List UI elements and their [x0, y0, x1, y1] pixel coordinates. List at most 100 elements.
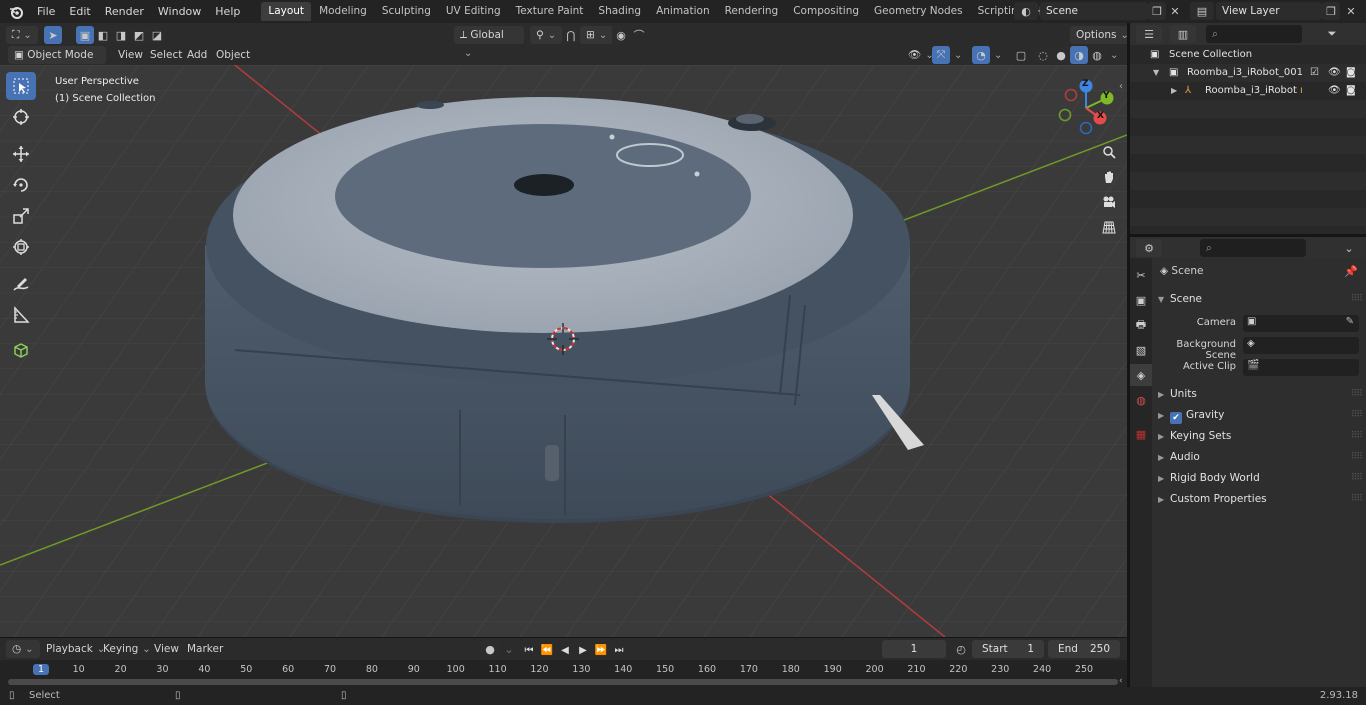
xray-toggle-icon[interactable]: ▢ — [1012, 46, 1030, 64]
outliner-row-scene-collection[interactable]: ▣ Scene Collection — [1130, 46, 1366, 64]
drag-grip-icon[interactable]: ⠿⠿ — [1351, 405, 1363, 425]
tab-texture-paint[interactable]: Texture Paint — [509, 2, 591, 21]
timeline-view-menu[interactable]: View — [148, 640, 185, 658]
properties-options-icon[interactable]: ⌄ — [1340, 239, 1358, 257]
tool-move[interactable] — [6, 140, 36, 168]
tool-annotate[interactable] — [6, 270, 36, 298]
drag-grip-icon[interactable]: ⠿⠿ — [1351, 489, 1363, 509]
pin-icon[interactable]: 📌 — [1344, 265, 1358, 278]
navigation-gizmo[interactable]: Z Y X — [1058, 74, 1118, 140]
shading-dropdown-icon[interactable] — [1104, 46, 1120, 64]
current-frame-field[interactable]: 1 — [882, 640, 946, 658]
properties-editor-type-icon[interactable]: ⚙ — [1136, 239, 1162, 257]
eyedropper-icon[interactable]: ✎ — [1346, 316, 1354, 327]
options-dropdown[interactable]: Options — [1070, 26, 1135, 44]
outliner-row-collection[interactable]: ▼ ▣ Roomba_i3_iRobot_001 ☑ 👁 ◙ — [1130, 64, 1366, 82]
panel-keying-sets[interactable]: ▶ Keying Sets ⠿⠿ — [1158, 426, 1363, 446]
world-tab-icon[interactable]: ◍ — [1130, 389, 1152, 411]
auto-keying-icon[interactable]: ● — [480, 640, 500, 658]
menu-help[interactable]: Help — [208, 0, 247, 23]
output-tab-icon[interactable]: 🖶 — [1130, 314, 1152, 336]
tab-rendering[interactable]: Rendering — [718, 2, 786, 21]
tab-layout[interactable]: Layout — [261, 2, 312, 21]
jump-to-end-icon[interactable]: ⏭ — [611, 643, 627, 657]
expand-right-icon[interactable]: ▶ — [1171, 82, 1177, 100]
roomba-model[interactable] — [205, 97, 924, 523]
panel-scene[interactable]: ▼ Scene ⠿⠿ — [1158, 289, 1363, 309]
delete-scene-icon[interactable]: ✕ — [1166, 2, 1184, 20]
snap-toggle-icon[interactable]: ⋂ — [562, 26, 580, 44]
render-tab-icon[interactable]: ▣ — [1130, 289, 1152, 311]
proportional-edit-icon[interactable]: ◉ — [612, 26, 630, 44]
timeline-expand-icon[interactable]: ‹ — [1119, 676, 1123, 686]
select-mode-extend-icon[interactable]: ◧ — [94, 26, 112, 44]
panel-units[interactable]: ▶ Units ⠿⠿ — [1158, 384, 1363, 404]
drag-grip-icon[interactable]: ⠿⠿ — [1351, 289, 1363, 309]
zoom-view-icon[interactable] — [1098, 141, 1120, 163]
playhead-frame-indicator[interactable]: 1 — [32, 664, 50, 675]
outliner-search-input[interactable]: ⌕ — [1206, 25, 1302, 43]
menu-edit[interactable]: Edit — [62, 0, 97, 23]
tool-scale[interactable] — [6, 202, 36, 230]
tool-select-box[interactable] — [6, 72, 36, 100]
editor-type-icon[interactable]: ⛶ — [6, 26, 38, 44]
filter-icon[interactable]: ⏷ — [1318, 25, 1346, 43]
scene-name-field[interactable]: Scene — [1040, 2, 1148, 20]
tab-shading[interactable]: Shading — [591, 2, 648, 21]
panel-rigid-body-world[interactable]: ▶ Rigid Body World ⠿⠿ — [1158, 468, 1363, 488]
texture-tab-icon[interactable]: ▦ — [1130, 423, 1152, 445]
render-camera-icon[interactable]: ◙ — [1346, 82, 1356, 100]
snap-target-icon[interactable]: ⊞ — [580, 26, 614, 44]
outliner-editor-type-icon[interactable]: ☰ — [1136, 25, 1162, 43]
transform-orientation-dropdown[interactable]: ⟂ Global — [454, 26, 524, 44]
drag-grip-icon[interactable]: ⠿⠿ — [1351, 447, 1363, 467]
tool-transform[interactable] — [6, 233, 36, 261]
drag-grip-icon[interactable]: ⠿⠿ — [1351, 384, 1363, 404]
pivot-point-icon[interactable]: ⚲ — [530, 26, 563, 44]
menu-window[interactable]: Window — [151, 0, 208, 23]
properties-search-input[interactable]: ⌕ — [1200, 239, 1306, 257]
render-camera-icon[interactable]: ◙ — [1346, 64, 1356, 82]
select-tool-icon[interactable]: ➤ — [44, 26, 62, 44]
visibility-eye-icon[interactable]: 👁 — [1328, 82, 1341, 100]
timeline-scrollbar[interactable] — [8, 679, 1118, 685]
drag-grip-icon[interactable]: ⠿⠿ — [1351, 426, 1363, 446]
delete-view-layer-icon[interactable]: ✕ — [1342, 2, 1360, 20]
exclude-checkbox-icon[interactable]: ☑ — [1310, 64, 1319, 82]
new-scene-icon[interactable]: ❐ — [1148, 2, 1166, 20]
keying-options-icon[interactable]: ⌄ — [502, 640, 516, 658]
select-mode-invert-icon[interactable]: ◩ — [130, 26, 148, 44]
marker-menu[interactable]: Marker — [181, 640, 229, 658]
display-mode-icon[interactable]: ▥ — [1170, 25, 1196, 43]
mode-dropdown[interactable]: ▣ Object Mode — [8, 46, 106, 64]
tab-uv-editing[interactable]: UV Editing — [439, 2, 508, 21]
jump-to-start-icon[interactable]: ⏮ — [521, 643, 537, 657]
shading-solid-icon[interactable]: ● — [1052, 46, 1070, 64]
menu-render[interactable]: Render — [98, 0, 151, 23]
background-scene-field[interactable]: ◈ — [1243, 337, 1359, 354]
panel-audio[interactable]: ▶ Audio ⠿⠿ — [1158, 447, 1363, 467]
tool-cursor[interactable] — [6, 103, 36, 131]
view-layer-selector-icon[interactable]: ▤ — [1190, 2, 1214, 20]
menu-file[interactable]: File — [30, 0, 62, 23]
select-mode-new-icon[interactable]: ▣ — [76, 26, 94, 44]
select-mode-intersect-icon[interactable]: ◪ — [148, 26, 166, 44]
menu-add[interactable]: Add — [181, 46, 213, 64]
visibility-eye-icon[interactable]: 👁 — [1328, 64, 1341, 82]
active-clip-field[interactable]: 🎬 — [1243, 359, 1359, 376]
scene-tab-icon[interactable]: ◈ — [1130, 364, 1152, 386]
drag-grip-icon[interactable]: ⠿⠿ — [1351, 468, 1363, 488]
perspective-toggle-icon[interactable] — [1098, 216, 1120, 238]
jump-to-next-keyframe-icon[interactable]: ⏩ — [593, 643, 609, 657]
preview-range-clock-icon[interactable]: ◴ — [952, 640, 970, 658]
gizmo-dropdown-icon[interactable] — [948, 46, 964, 64]
camera-field[interactable]: ▣ ✎ — [1243, 315, 1359, 332]
scene-selector-icon[interactable]: ◐ — [1014, 2, 1038, 20]
panel-custom-properties[interactable]: ▶ Custom Properties ⠿⠿ — [1158, 489, 1363, 509]
shading-material-preview-icon[interactable]: ◑ — [1070, 46, 1088, 64]
play-icon[interactable]: ▶ — [575, 643, 591, 657]
tab-geometry-nodes[interactable]: Geometry Nodes — [867, 2, 970, 21]
tool-rotate[interactable] — [6, 171, 36, 199]
proportional-falloff-icon[interactable]: ⌒ — [630, 26, 648, 44]
overlays-dropdown-icon[interactable] — [988, 46, 1004, 64]
